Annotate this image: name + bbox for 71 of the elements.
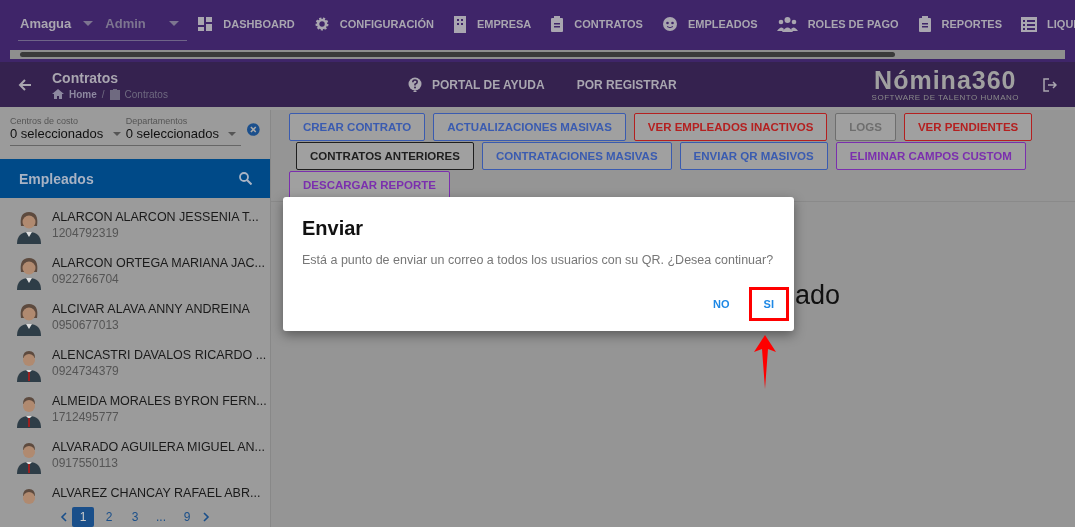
nav-link[interactable]: EMPLEADOS: [687, 18, 758, 30]
breadcrumb-item: Contratos: [124, 88, 168, 100]
page-title: Contratos: [52, 69, 120, 86]
employee-name[interactable]: ALCIVAR ALAVA ANNY ANDREINA: [52, 302, 250, 316]
list-icon: [1021, 16, 1038, 32]
nav-link[interactable]: EMPRESA: [476, 18, 532, 30]
next-page-icon[interactable]: [202, 512, 210, 522]
page-button[interactable]: 3: [124, 507, 146, 527]
employee-id: 1204792319: [52, 226, 120, 240]
search-icon[interactable]: [239, 172, 252, 185]
dialog-button[interactable]: SI: [748, 287, 789, 321]
nav-link[interactable]: CONFIGURACIÓN: [339, 18, 434, 30]
employee-name[interactable]: ALARCON ALARCON JESSENIA T...: [52, 210, 259, 224]
company-select[interactable]: Amagua: [18, 16, 76, 31]
home-icon: [52, 89, 64, 99]
breadcrumb-link[interactable]: Home: [69, 88, 97, 100]
employee-id: 0922766704: [52, 272, 120, 286]
filter-select[interactable]: Centros de costo 0 seleccionados: [10, 116, 126, 146]
logo-tagline: SOFTWARE DE TALENTO HUMANO: [871, 92, 1019, 102]
man-avatar-icon: [16, 440, 42, 474]
action-button[interactable]: CONTRATOS ANTERIORES: [296, 142, 474, 170]
pending-link[interactable]: POR REGISTRAR: [576, 77, 677, 92]
people-icon: [776, 16, 798, 32]
dialog-message: Está a punto de enviar un correo a todos los usuarios con su QR. ¿Desea continuar?: [302, 253, 775, 267]
nav-link[interactable]: DASHBOARD: [223, 18, 295, 30]
face-icon: [661, 16, 678, 32]
page-button[interactable]: 9: [176, 507, 198, 527]
logout-icon[interactable]: [1043, 77, 1057, 92]
woman-avatar-icon: [16, 210, 42, 244]
list-title: Empleados: [19, 170, 94, 187]
filter-select[interactable]: Departamentos 0 seleccionados: [125, 116, 242, 146]
nav-link[interactable]: LIQUI: [1047, 18, 1075, 30]
employee-id: 0917550113: [52, 456, 119, 470]
employee-name[interactable]: ALVARADO AGUILERA MIGUEL AN...: [52, 440, 266, 454]
clipboard-icon: [550, 16, 565, 32]
woman-avatar-icon: [16, 256, 42, 290]
employee-name[interactable]: ALMEIDA MORALES BYRON FERN...: [52, 394, 267, 408]
employee-id: 1712495777: [52, 410, 120, 424]
clipboard-icon: [109, 88, 120, 100]
dashboard-icon: [197, 16, 214, 32]
breadcrumb-separator: /: [101, 88, 105, 100]
woman-avatar-icon: [16, 302, 42, 336]
role-select[interactable]: Admin: [101, 16, 162, 31]
background-heading: ado: [795, 280, 841, 311]
help-link[interactable]: PORTAL DE AYUDA: [431, 77, 545, 92]
employee-id: 0950677013: [52, 318, 120, 332]
logo: Nómina360: [874, 67, 1017, 93]
man-avatar-icon: [16, 348, 42, 382]
page-button[interactable]: ...: [150, 507, 172, 527]
scrollbar[interactable]: [10, 50, 1065, 59]
page-button[interactable]: 1: [72, 507, 94, 527]
employee-name[interactable]: ALARCON ORTEGA MARIANA JAC...: [52, 256, 265, 270]
building-icon: [452, 15, 467, 33]
help-icon: [407, 77, 422, 92]
employee-id: 0924734379: [52, 364, 120, 378]
clipboard-icon: [917, 16, 932, 32]
man-avatar-icon: [16, 394, 42, 428]
previous-page-icon[interactable]: [60, 512, 68, 522]
nav-link[interactable]: ROLES DE PAGO: [807, 18, 899, 30]
clear-icon[interactable]: [247, 123, 260, 136]
action-button[interactable]: ELIMINAR CAMPOS CUSTOM: [835, 142, 1026, 170]
employee-name[interactable]: ALVAREZ CHANCAY RAFAEL ABR...: [52, 486, 261, 500]
gear-icon: [313, 16, 330, 32]
action-button[interactable]: DESCARGAR REPORTE: [289, 171, 450, 199]
employee-name[interactable]: ALENCASTRI DAVALOS RICARDO ...: [52, 348, 267, 362]
dialog-button[interactable]: NO: [700, 287, 743, 321]
nav-link[interactable]: REPORTES: [941, 18, 1003, 30]
dialog-title: Enviar: [302, 217, 365, 240]
page-button[interactable]: 2: [98, 507, 120, 527]
back-arrow-icon[interactable]: [18, 77, 32, 92]
nav-link[interactable]: CONTRATOS: [574, 18, 643, 30]
